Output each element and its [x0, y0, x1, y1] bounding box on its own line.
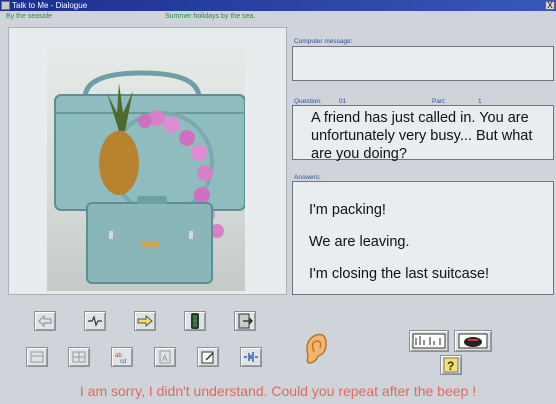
phonetic-button[interactable] — [409, 330, 449, 352]
window-title: Talk to Me - Dialogue — [12, 1, 88, 10]
computer-message-label: Computer message: — [294, 38, 353, 45]
edit-button[interactable] — [197, 347, 219, 367]
answer-option[interactable]: We are leaving. — [309, 234, 409, 250]
grid-icon — [72, 351, 86, 363]
record-button[interactable] — [84, 311, 106, 331]
help-icon: ? — [443, 357, 459, 373]
dialogue-window: Talk to Me - Dialogue X By the seaside S… — [0, 0, 556, 404]
computer-message-box — [292, 46, 554, 81]
grid-button[interactable] — [68, 347, 90, 367]
traffic-light-icon — [191, 313, 199, 329]
previous-button[interactable] — [34, 311, 56, 331]
suitcases-photo — [47, 43, 246, 291]
record-icon — [88, 315, 102, 327]
question-label: Question: — [294, 98, 322, 105]
speaker-icon — [458, 333, 488, 349]
svg-text:?: ? — [447, 359, 454, 373]
lesson-title: Summer holidays by the sea. — [165, 13, 256, 20]
svg-text:A: A — [162, 354, 168, 363]
alphabet-icon: abcd — [115, 353, 126, 364]
answer-option[interactable]: I'm closing the last suitcase! — [309, 266, 489, 282]
next-icon — [137, 315, 153, 327]
waveform-icon — [244, 352, 258, 362]
view-icon — [30, 351, 44, 363]
waveform-button[interactable] — [240, 347, 262, 367]
edit-icon — [201, 351, 214, 364]
question-text: A friend has just called in. You are unf… — [311, 110, 533, 162]
traffic-light-button[interactable] — [184, 311, 206, 331]
exit-icon — [238, 313, 253, 329]
alphabet-button[interactable]: ab cd — [111, 347, 133, 367]
ear-icon[interactable] — [302, 332, 328, 366]
question-box: A friend has just called in. You are unf… — [292, 105, 554, 162]
part-label: Part: — [432, 98, 446, 105]
topic-label: By the seaside — [6, 13, 52, 20]
answer-option[interactable]: I'm packing! — [309, 202, 386, 218]
question-number: 01 — [339, 98, 347, 105]
svg-text:cd: cd — [120, 359, 126, 364]
speaker-button[interactable] — [454, 330, 492, 352]
help-button[interactable]: ? — [440, 355, 462, 375]
previous-icon — [38, 315, 52, 327]
answers-box: I'm packing! We are leaving. I'm closing… — [292, 181, 554, 295]
close-button[interactable]: X — [545, 1, 555, 10]
exit-button[interactable] — [234, 311, 256, 331]
topic-bar: By the seaside Summer holidays by the se… — [0, 11, 556, 23]
font-icon: A — [159, 350, 171, 364]
font-button[interactable]: A — [154, 347, 176, 367]
phonetic-icon — [412, 333, 446, 349]
illustration-panel — [8, 27, 287, 295]
title-bar: Talk to Me - Dialogue X — [0, 0, 556, 11]
answers-label: Answers: — [294, 174, 321, 181]
next-button[interactable] — [134, 311, 156, 331]
view-button[interactable] — [26, 347, 48, 367]
part-number: 1 — [478, 98, 482, 105]
app-icon — [1, 1, 10, 10]
status-message: I am sorry, I didn't understand. Could y… — [79, 383, 477, 399]
